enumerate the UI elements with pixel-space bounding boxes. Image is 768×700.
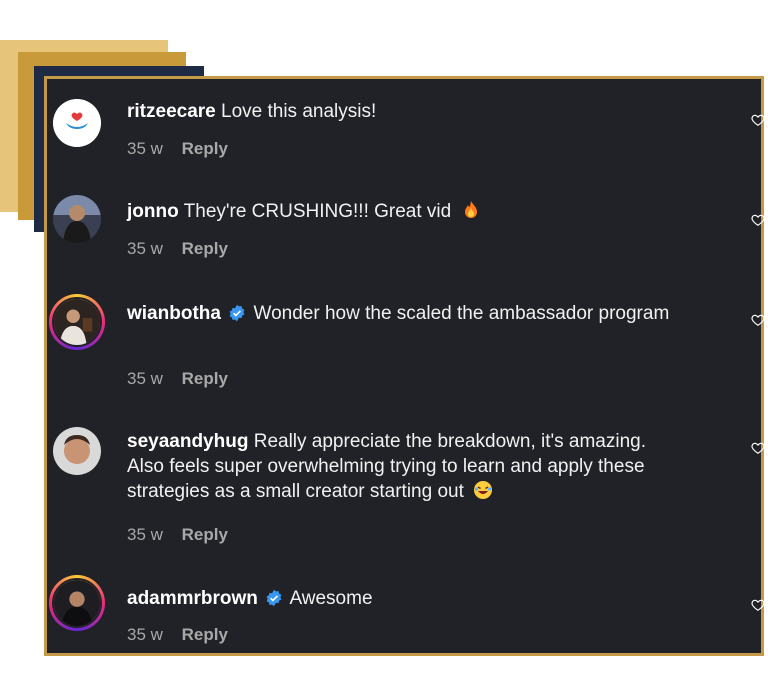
username[interactable]: adammrbrown [127,588,258,609]
profile-photo [54,580,100,626]
avatar[interactable] [53,427,101,475]
reply-button[interactable]: Reply [182,239,228,258]
reply-button[interactable]: Reply [182,525,228,544]
avatar [52,297,102,347]
heart-icon[interactable] [751,441,765,455]
comment-text: jonno They're CRUSHING!!! Great vid [127,199,687,224]
laughing-emoji-icon [474,481,493,499]
fire-emoji-icon [464,201,477,218]
timestamp: 35 w [127,625,163,644]
reply-button[interactable]: Reply [182,369,228,388]
comments-panel: ritzeecare Love this analysis! 35 w Repl… [44,76,765,656]
comment-meta: 35 w Reply [127,525,228,545]
timestamp: 35 w [127,239,163,258]
ritzeecare-logo [53,99,101,147]
avatar [52,578,102,628]
reply-button[interactable]: Reply [182,625,228,644]
username[interactable]: wianbotha [127,303,221,324]
comment-meta: 35 w Reply [127,625,228,645]
verified-badge-icon [229,304,245,322]
avatar[interactable] [53,99,101,147]
reply-button[interactable]: Reply [182,139,228,158]
comment-body: Awesome [289,588,373,609]
comment-text: ritzeecare Love this analysis! [127,99,687,124]
avatar[interactable] [53,195,101,243]
comment-text: adammrbrown Awesome [127,586,687,611]
heart-icon[interactable] [751,598,765,612]
profile-photo [53,195,101,243]
profile-photo [53,427,101,475]
comment-text: wianbotha Wonder how the scaled the amba… [127,301,687,326]
heart-icon[interactable] [751,113,765,127]
username[interactable]: ritzeecare [127,101,216,122]
profile-photo [54,299,100,345]
timestamp: 35 w [127,525,163,544]
avatar-with-story-ring[interactable] [49,575,105,631]
avatar-with-story-ring[interactable] [49,294,105,350]
verified-badge-icon [266,589,282,607]
comment-meta: 35 w Reply [127,239,228,259]
comment-body: They're CRUSHING!!! Great vid [183,201,452,222]
comment-body: Love this analysis! [221,101,377,122]
heart-icon[interactable] [751,313,765,327]
heart-icon[interactable] [751,213,765,227]
timestamp: 35 w [127,139,163,158]
username[interactable]: seyaandyhug [127,431,248,452]
username[interactable]: jonno [127,201,179,222]
timestamp: 35 w [127,369,163,388]
comment-meta: 35 w Reply [127,369,228,389]
comment-text: seyaandyhug Really appreciate the breakd… [127,429,687,504]
comment-body: Wonder how the scaled the ambassador pro… [253,303,670,324]
comment-meta: 35 w Reply [127,139,228,159]
